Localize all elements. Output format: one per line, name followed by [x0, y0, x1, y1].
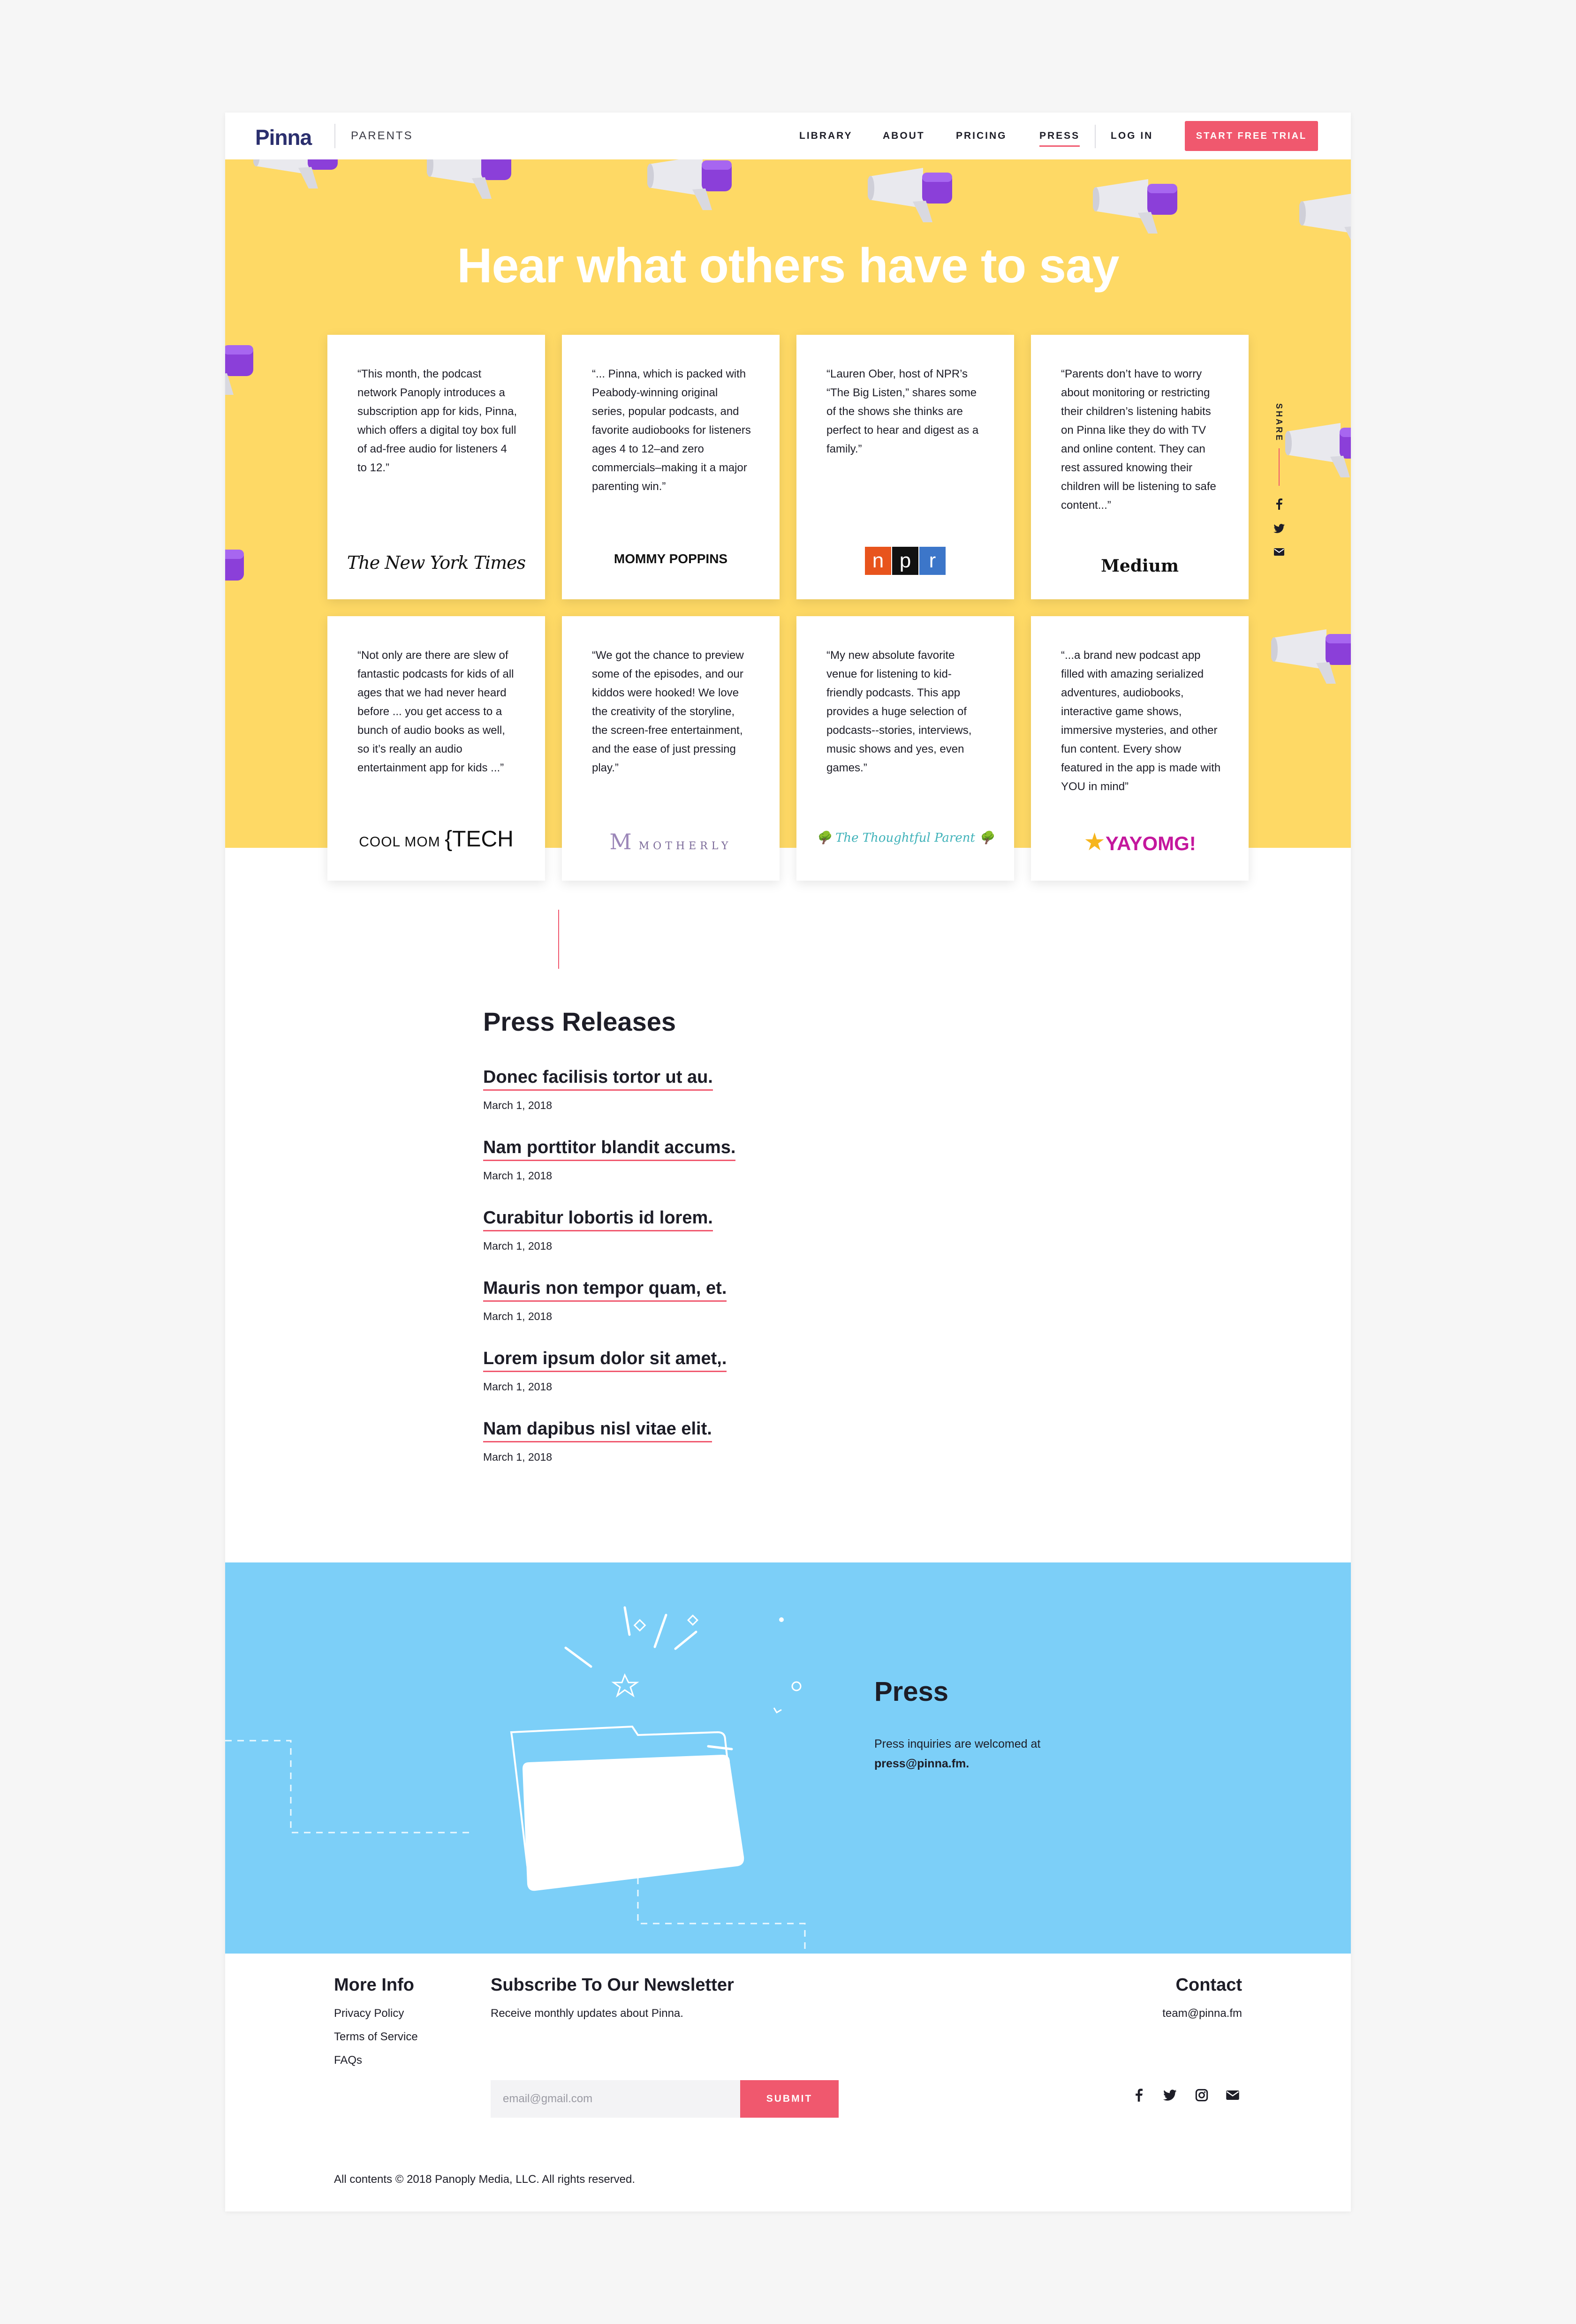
press-heading: Press: [874, 1676, 949, 1707]
facebook-icon[interactable]: [1130, 2087, 1147, 2104]
twitter-icon[interactable]: [1272, 521, 1286, 536]
press-release-item: Curabitur lobortis id lorem. March 1, 20…: [483, 1208, 713, 1253]
newsletter-submit-button[interactable]: SUBMIT: [740, 2080, 839, 2118]
nav-link-press[interactable]: PRESS: [1039, 130, 1080, 147]
megaphone-illustration: [647, 159, 732, 210]
quote-card: “This month, the podcast network Panoply…: [327, 335, 545, 599]
top-nav: Pinna PARENTS LIBRARY ABOUT PRICING PRES…: [225, 113, 1351, 159]
quote-card: “Not only are there are slew of fantasti…: [327, 616, 545, 881]
quote-card: “My new absolute favorite venue for list…: [796, 616, 1014, 881]
mommy-poppins-logo: MOMMY POPPINS: [614, 551, 728, 566]
megaphone-illustration: [225, 545, 244, 599]
section-divider: [558, 910, 559, 969]
megaphone-illustration: [253, 159, 338, 189]
pinna-logo[interactable]: Pinna: [255, 125, 312, 150]
quote-card: “...a brand new podcast app filled with …: [1031, 616, 1249, 881]
terms-of-service-link[interactable]: Terms of Service: [334, 2030, 418, 2044]
quote-text: “...a brand new podcast app filled with …: [1061, 649, 1221, 793]
press-release-date: March 1, 2018: [483, 1451, 553, 1463]
quote-card: “Lauren Ober, host of NPR’s “The Big Lis…: [796, 335, 1014, 599]
megaphone-illustration: [868, 168, 952, 222]
press-release-date: March 1, 2018: [483, 1099, 553, 1111]
press-release-link[interactable]: Donec facilisis tortor ut au.: [483, 1067, 713, 1091]
press-email-link[interactable]: press@pinna.fm.: [874, 1757, 969, 1770]
newsletter-email-input[interactable]: [491, 2080, 740, 2118]
twitter-icon[interactable]: [1161, 2087, 1178, 2104]
nav-section-label[interactable]: PARENTS: [351, 129, 413, 143]
cool-mom-tech-logo: COOL MOM {TECH: [359, 827, 514, 852]
quote-text: “... Pinna, which is packed with Peabody…: [592, 368, 751, 493]
press-release-date: March 1, 2018: [483, 1170, 553, 1182]
nav-link-pricing[interactable]: PRICING: [956, 130, 1007, 142]
press-release-link[interactable]: Nam porttitor blandit accums.: [483, 1138, 736, 1161]
press-release-item: Lorem ipsum dolor sit amet,. March 1, 20…: [483, 1349, 727, 1393]
yayomg-logo: ★YAYOMG!: [1084, 829, 1196, 856]
megaphone-illustration: [1285, 423, 1351, 477]
share-label: SHARE: [1274, 403, 1284, 443]
nyt-logo: The New York Times: [347, 552, 526, 573]
nav-link-login[interactable]: LOG IN: [1111, 130, 1153, 142]
quote-text: “We got the chance to preview some of th…: [592, 649, 744, 774]
copyright-text: All contents © 2018 Panoply Media, LLC. …: [334, 2173, 636, 2186]
quote-text: “This month, the podcast network Panoply…: [357, 368, 517, 474]
press-inquiries-text: Press inquiries are welcomed at press@pi…: [874, 1737, 1041, 1770]
press-release-item: Nam dapibus nisl vitae elit. March 1, 20…: [483, 1419, 712, 1464]
more-info-heading: More Info: [334, 1975, 414, 1995]
start-free-trial-button[interactable]: START FREE TRIAL: [1185, 121, 1318, 151]
newsletter-heading: Subscribe To Our Newsletter: [491, 1975, 734, 1995]
logo-divider: [334, 124, 335, 148]
quote-card: “Parents don’t have to worry about monit…: [1031, 335, 1249, 599]
nav-divider: [1095, 125, 1096, 148]
contact-email-link[interactable]: team@pinna.fm: [1162, 2007, 1242, 2020]
press-contact-band: Press Press inquiries are welcomed at pr…: [225, 1562, 1351, 1954]
quote-text: “Parents don’t have to worry about monit…: [1061, 368, 1216, 512]
instagram-icon[interactable]: [1193, 2087, 1210, 2104]
press-release-link[interactable]: Lorem ipsum dolor sit amet,.: [483, 1349, 727, 1372]
npr-logo: npr: [796, 547, 1014, 575]
megaphone-illustration: [427, 159, 511, 199]
quote-card: “We got the chance to preview some of th…: [562, 616, 780, 881]
press-release-date: March 1, 2018: [483, 1310, 553, 1322]
press-release-item: Nam porttitor blandit accums. March 1, 2…: [483, 1138, 736, 1182]
nav-link-library[interactable]: LIBRARY: [799, 130, 853, 142]
quote-text: “My new absolute favorite venue for list…: [826, 649, 972, 774]
press-release-date: March 1, 2018: [483, 1381, 553, 1393]
folder-illustration: [225, 1606, 806, 1954]
press-releases-heading: Press Releases: [483, 1007, 676, 1036]
contact-heading: Contact: [1175, 1975, 1242, 1995]
press-release-item: Donec facilisis tortor ut au. March 1, 2…: [483, 1067, 713, 1112]
page: Pinna PARENTS LIBRARY ABOUT PRICING PRES…: [225, 113, 1351, 2211]
press-release-link[interactable]: Mauris non tempor quam, et.: [483, 1278, 727, 1302]
medium-logo: Medium: [1101, 556, 1179, 576]
faqs-link[interactable]: FAQs: [334, 2054, 362, 2067]
quote-text: “Lauren Ober, host of NPR’s “The Big Lis…: [826, 368, 979, 455]
thoughtful-parent-logo: 🌳 The Thoughtful Parent 🌳: [816, 831, 994, 845]
nav-link-about[interactable]: ABOUT: [883, 130, 925, 142]
hero-title: Hear what others have to say: [457, 239, 1119, 293]
quote-text: “Not only are there are slew of fantasti…: [357, 649, 514, 774]
mail-icon[interactable]: [1272, 545, 1286, 559]
share-accent-line: [1279, 448, 1280, 486]
facebook-icon[interactable]: [1272, 497, 1286, 511]
megaphone-illustration: [225, 340, 253, 395]
newsletter-subtitle: Receive monthly updates about Pinna.: [491, 2007, 683, 2020]
privacy-policy-link[interactable]: Privacy Policy: [334, 2007, 404, 2020]
quote-card: “... Pinna, which is packed with Peabody…: [562, 335, 780, 599]
mail-icon[interactable]: [1224, 2087, 1241, 2104]
megaphone-illustration: [1271, 629, 1351, 684]
press-release-link[interactable]: Nam dapibus nisl vitae elit.: [483, 1419, 712, 1442]
press-release-item: Mauris non tempor quam, et. March 1, 201…: [483, 1278, 727, 1323]
megaphone-illustration: [1093, 179, 1177, 234]
press-release-date: March 1, 2018: [483, 1240, 553, 1252]
motherly-logo: M MOTHERLY: [609, 829, 732, 854]
press-release-link[interactable]: Curabitur lobortis id lorem.: [483, 1208, 713, 1231]
